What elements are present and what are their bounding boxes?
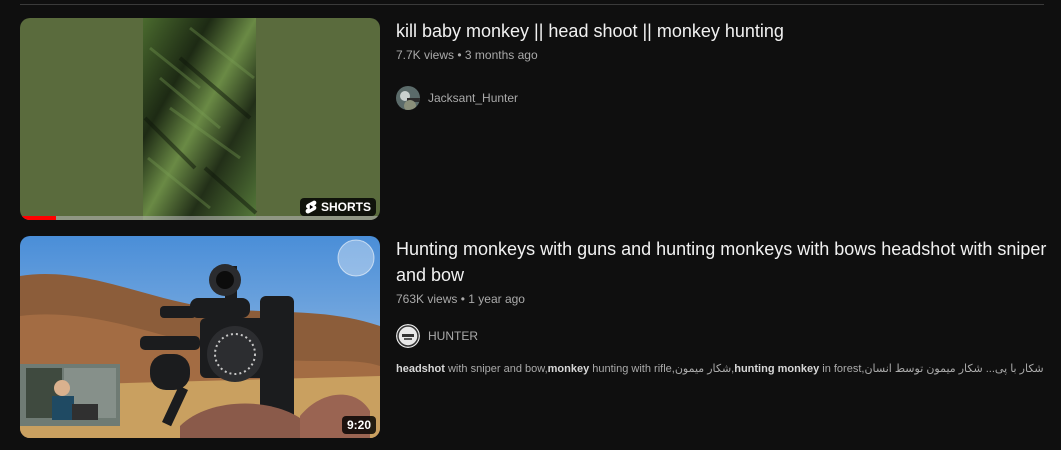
meta-separator: • xyxy=(457,48,462,62)
description-text: with sniper and bow, xyxy=(444,363,548,375)
video-description-snippet: headshot with sniper and bow,monkey hunt… xyxy=(396,362,1050,375)
shorts-icon xyxy=(305,200,317,214)
thumbnail-image xyxy=(20,18,380,220)
meta-separator: • xyxy=(460,292,465,306)
video-result: SHORTS kill baby monkey || head shoot ||… xyxy=(20,18,1050,220)
shorts-badge: SHORTS xyxy=(299,198,376,216)
thumbnail-image xyxy=(20,236,380,438)
duration-badge: 9:20 xyxy=(341,416,376,434)
upload-age: 1 year ago xyxy=(468,292,525,306)
watch-progress-bar xyxy=(20,216,380,220)
upload-age: 3 months ago xyxy=(464,48,538,62)
video-title[interactable]: kill baby monkey || head shoot || monkey… xyxy=(396,18,1050,44)
avatar[interactable] xyxy=(396,324,420,348)
view-count: 7.7K views xyxy=(396,48,455,62)
shorts-label: SHORTS xyxy=(320,200,371,214)
video-thumbnail[interactable]: SHORTS xyxy=(20,18,380,220)
video-meta: 763K views • 1 year ago xyxy=(396,290,1050,308)
description-text: hunting with rifle,شکار میمون, xyxy=(589,363,735,375)
description-text: ... شکار میمون توسط انسان xyxy=(864,363,995,375)
channel-name[interactable]: HUNTER xyxy=(428,329,478,343)
video-meta: 7.7K views • 3 months ago xyxy=(396,46,1050,64)
description-highlight: monkey xyxy=(777,363,820,375)
watch-progress-fill xyxy=(20,216,56,220)
video-title[interactable]: Hunting monkeys with guns and hunting mo… xyxy=(396,236,1050,288)
description-highlight: hunting xyxy=(734,363,775,375)
video-thumbnail[interactable]: 9:20 xyxy=(20,236,380,438)
channel-row[interactable]: HUNTER xyxy=(396,324,1050,348)
description-highlight: headshot xyxy=(396,363,445,375)
video-info: Hunting monkeys with guns and hunting mo… xyxy=(396,236,1050,375)
description-highlight: monkey xyxy=(547,363,590,375)
video-result: 9:20 Hunting monkeys with guns and hunti… xyxy=(20,236,1050,438)
top-divider xyxy=(20,4,1044,5)
channel-row[interactable]: Jacksant_Hunter xyxy=(396,86,1050,110)
view-count: 763K views xyxy=(396,292,458,306)
channel-name[interactable]: Jacksant_Hunter xyxy=(428,91,518,105)
video-info: kill baby monkey || head shoot || monkey… xyxy=(396,18,1050,110)
avatar[interactable] xyxy=(396,86,420,110)
